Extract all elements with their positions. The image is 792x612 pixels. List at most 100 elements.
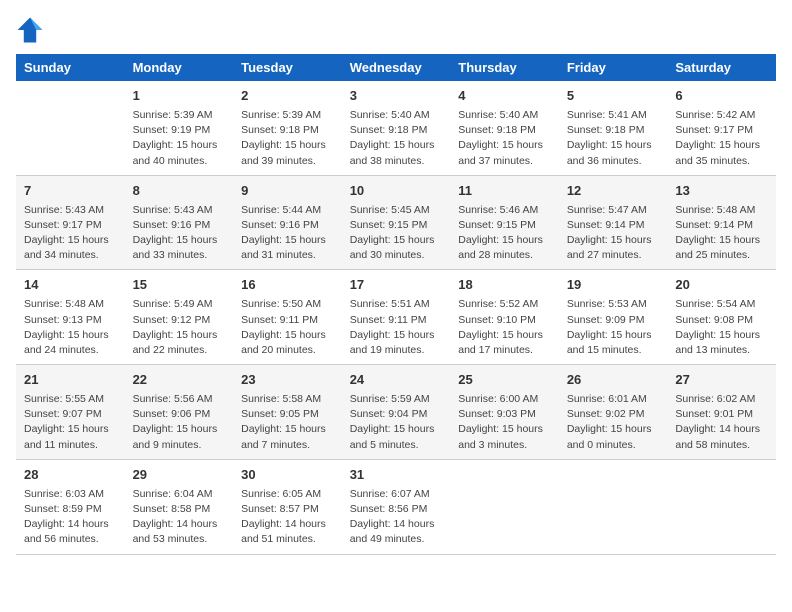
calendar-cell: 5 Sunrise: 5:41 AM Sunset: 9:18 PM Daylig…	[559, 81, 668, 175]
day-number: 26	[567, 371, 660, 390]
day-number: 24	[350, 371, 443, 390]
day-info: Sunrise: 6:04 AM Sunset: 8:58 PM Dayligh…	[133, 487, 226, 548]
day-info: Sunrise: 5:45 AM Sunset: 9:15 PM Dayligh…	[350, 203, 443, 264]
day-number: 28	[24, 466, 117, 485]
day-info: Sunrise: 5:53 AM Sunset: 9:09 PM Dayligh…	[567, 297, 660, 358]
week-row-3: 14 Sunrise: 5:48 AM Sunset: 9:13 PM Dayli…	[16, 270, 776, 365]
calendar-cell: 28 Sunrise: 6:03 AM Sunset: 8:59 PM Dayli…	[16, 459, 125, 554]
day-number: 16	[241, 276, 334, 295]
page-header	[16, 16, 776, 44]
calendar-cell: 19 Sunrise: 5:53 AM Sunset: 9:09 PM Dayli…	[559, 270, 668, 365]
calendar-cell: 26 Sunrise: 6:01 AM Sunset: 9:02 PM Dayli…	[559, 365, 668, 460]
calendar-cell: 4Sunrise: 5:40 AM Sunset: 9:18 PM Daylig…	[450, 81, 559, 175]
day-number: 2	[241, 87, 334, 106]
logo	[16, 16, 48, 44]
col-header-tuesday: Tuesday	[233, 54, 342, 81]
col-header-sunday: Sunday	[16, 54, 125, 81]
day-info: Sunrise: 5:48 AM Sunset: 9:13 PM Dayligh…	[24, 297, 117, 358]
calendar-cell: 17 Sunrise: 5:51 AM Sunset: 9:11 PM Dayli…	[342, 270, 451, 365]
calendar-cell: 2 Sunrise: 5:39 AM Sunset: 9:18 PM Daylig…	[233, 81, 342, 175]
day-number: 12	[567, 182, 660, 201]
day-info: Sunrise: 6:07 AM Sunset: 8:56 PM Dayligh…	[350, 487, 443, 548]
day-info: Sunrise: 5:58 AM Sunset: 9:05 PM Dayligh…	[241, 392, 334, 453]
day-number: 9	[241, 182, 334, 201]
week-row-2: 7Sunrise: 5:43 AM Sunset: 9:17 PM Daylig…	[16, 175, 776, 270]
calendar-cell: 12 Sunrise: 5:47 AM Sunset: 9:14 PM Dayli…	[559, 175, 668, 270]
day-number: 18	[458, 276, 551, 295]
calendar-cell: 22 Sunrise: 5:56 AM Sunset: 9:06 PM Dayli…	[125, 365, 234, 460]
col-header-thursday: Thursday	[450, 54, 559, 81]
day-number: 21	[24, 371, 117, 390]
day-number: 15	[133, 276, 226, 295]
col-header-friday: Friday	[559, 54, 668, 81]
week-row-4: 21 Sunrise: 5:55 AM Sunset: 9:07 PM Dayli…	[16, 365, 776, 460]
day-info: Sunrise: 5:49 AM Sunset: 9:12 PM Dayligh…	[133, 297, 226, 358]
calendar-cell: 3 Sunrise: 5:40 AM Sunset: 9:18 PM Daylig…	[342, 81, 451, 175]
calendar-cell: 23 Sunrise: 5:58 AM Sunset: 9:05 PM Dayli…	[233, 365, 342, 460]
day-info: Sunrise: 5:47 AM Sunset: 9:14 PM Dayligh…	[567, 203, 660, 264]
day-info: Sunrise: 5:41 AM Sunset: 9:18 PM Dayligh…	[567, 108, 660, 169]
calendar-cell: 24Sunrise: 5:59 AM Sunset: 9:04 PM Dayli…	[342, 365, 451, 460]
calendar-cell	[559, 459, 668, 554]
calendar-cell: 31 Sunrise: 6:07 AM Sunset: 8:56 PM Dayli…	[342, 459, 451, 554]
day-info: Sunrise: 5:44 AM Sunset: 9:16 PM Dayligh…	[241, 203, 334, 264]
day-number: 27	[675, 371, 768, 390]
day-number: 31	[350, 466, 443, 485]
calendar-cell: 18Sunrise: 5:52 AM Sunset: 9:10 PM Dayli…	[450, 270, 559, 365]
day-number: 8	[133, 182, 226, 201]
calendar-cell: 13 Sunrise: 5:48 AM Sunset: 9:14 PM Dayli…	[667, 175, 776, 270]
calendar-cell: 15 Sunrise: 5:49 AM Sunset: 9:12 PM Dayli…	[125, 270, 234, 365]
day-number: 29	[133, 466, 226, 485]
calendar-cell: 25 Sunrise: 6:00 AM Sunset: 9:03 PM Dayli…	[450, 365, 559, 460]
calendar-cell: 21 Sunrise: 5:55 AM Sunset: 9:07 PM Dayli…	[16, 365, 125, 460]
calendar-cell: 16 Sunrise: 5:50 AM Sunset: 9:11 PM Dayli…	[233, 270, 342, 365]
day-number: 14	[24, 276, 117, 295]
day-number: 30	[241, 466, 334, 485]
calendar-cell: 27Sunrise: 6:02 AM Sunset: 9:01 PM Dayli…	[667, 365, 776, 460]
logo-icon	[16, 16, 44, 44]
day-info: Sunrise: 5:40 AM Sunset: 9:18 PM Dayligh…	[350, 108, 443, 169]
day-number: 20	[675, 276, 768, 295]
day-info: Sunrise: 6:01 AM Sunset: 9:02 PM Dayligh…	[567, 392, 660, 453]
day-number: 19	[567, 276, 660, 295]
day-number: 17	[350, 276, 443, 295]
day-info: Sunrise: 5:56 AM Sunset: 9:06 PM Dayligh…	[133, 392, 226, 453]
calendar-cell: 1 Sunrise: 5:39 AM Sunset: 9:19 PM Daylig…	[125, 81, 234, 175]
day-info: Sunrise: 5:43 AM Sunset: 9:16 PM Dayligh…	[133, 203, 226, 264]
col-header-wednesday: Wednesday	[342, 54, 451, 81]
calendar-cell: 6Sunrise: 5:42 AM Sunset: 9:17 PM Daylig…	[667, 81, 776, 175]
day-info: Sunrise: 5:39 AM Sunset: 9:18 PM Dayligh…	[241, 108, 334, 169]
calendar-cell	[450, 459, 559, 554]
day-number: 11	[458, 182, 551, 201]
calendar-cell	[16, 81, 125, 175]
day-info: Sunrise: 5:50 AM Sunset: 9:11 PM Dayligh…	[241, 297, 334, 358]
day-number: 25	[458, 371, 551, 390]
day-number: 23	[241, 371, 334, 390]
day-info: Sunrise: 5:40 AM Sunset: 9:18 PM Dayligh…	[458, 108, 551, 169]
calendar-table: SundayMondayTuesdayWednesdayThursdayFrid…	[16, 54, 776, 555]
day-info: Sunrise: 5:51 AM Sunset: 9:11 PM Dayligh…	[350, 297, 443, 358]
day-info: Sunrise: 5:39 AM Sunset: 9:19 PM Dayligh…	[133, 108, 226, 169]
day-info: Sunrise: 5:54 AM Sunset: 9:08 PM Dayligh…	[675, 297, 768, 358]
header-row: SundayMondayTuesdayWednesdayThursdayFrid…	[16, 54, 776, 81]
calendar-cell: 9 Sunrise: 5:44 AM Sunset: 9:16 PM Daylig…	[233, 175, 342, 270]
col-header-monday: Monday	[125, 54, 234, 81]
day-number: 5	[567, 87, 660, 106]
day-number: 10	[350, 182, 443, 201]
day-info: Sunrise: 6:05 AM Sunset: 8:57 PM Dayligh…	[241, 487, 334, 548]
day-info: Sunrise: 5:55 AM Sunset: 9:07 PM Dayligh…	[24, 392, 117, 453]
day-number: 1	[133, 87, 226, 106]
day-info: Sunrise: 6:00 AM Sunset: 9:03 PM Dayligh…	[458, 392, 551, 453]
calendar-cell: 7Sunrise: 5:43 AM Sunset: 9:17 PM Daylig…	[16, 175, 125, 270]
day-number: 22	[133, 371, 226, 390]
day-info: Sunrise: 6:03 AM Sunset: 8:59 PM Dayligh…	[24, 487, 117, 548]
week-row-1: 1 Sunrise: 5:39 AM Sunset: 9:19 PM Daylig…	[16, 81, 776, 175]
calendar-cell: 20 Sunrise: 5:54 AM Sunset: 9:08 PM Dayli…	[667, 270, 776, 365]
day-number: 13	[675, 182, 768, 201]
day-info: Sunrise: 5:48 AM Sunset: 9:14 PM Dayligh…	[675, 203, 768, 264]
day-number: 3	[350, 87, 443, 106]
day-info: Sunrise: 5:46 AM Sunset: 9:15 PM Dayligh…	[458, 203, 551, 264]
calendar-cell	[667, 459, 776, 554]
day-number: 7	[24, 182, 117, 201]
calendar-cell: 14 Sunrise: 5:48 AM Sunset: 9:13 PM Dayli…	[16, 270, 125, 365]
